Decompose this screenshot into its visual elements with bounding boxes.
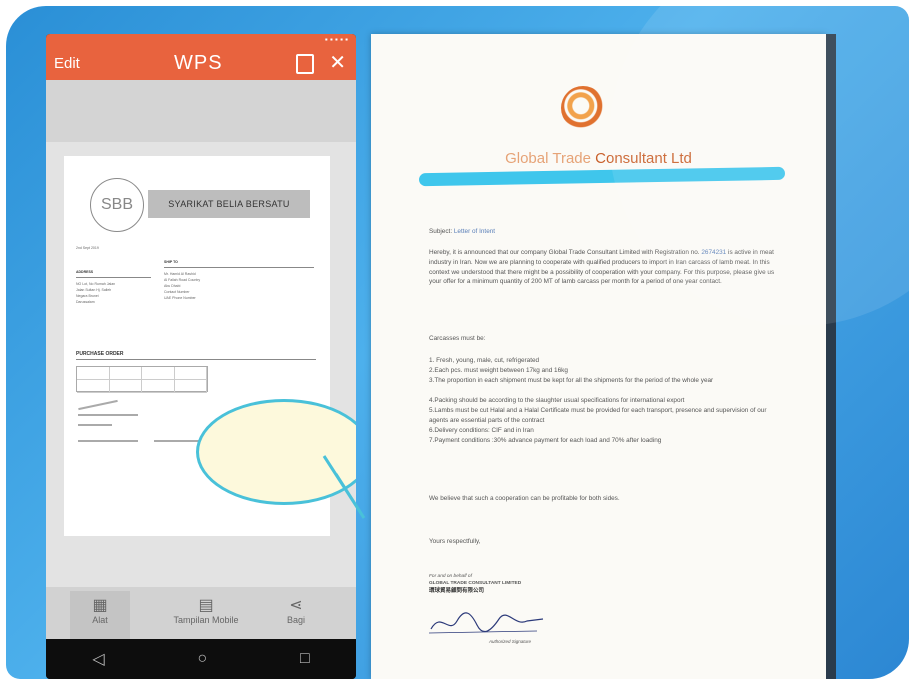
nav-label: Alat xyxy=(92,615,108,625)
ship-to-line: Mr. Hamid Al Rashid xyxy=(164,272,196,276)
ship-to-line: Abu Dhabi xyxy=(164,284,181,288)
bottom-nav: ▦ Alat ▤ Tampilan Mobile ⋖ Bagi xyxy=(46,587,356,639)
requirement-item: 4.Packing should be according to the sla… xyxy=(429,397,685,404)
android-nav-bar: ◁ ○ □ xyxy=(46,639,356,679)
nav-share[interactable]: ⋖ Bagi xyxy=(266,595,326,625)
mobile-view-icon: ▤ xyxy=(198,597,214,614)
address-label: ADDRESS xyxy=(76,270,94,274)
phone-screenshot: ▪ ▪ ▪ ▪ ▪ Edit WPS ✕ SBB SYARIKAT BELIA … xyxy=(46,34,356,679)
back-button[interactable]: ◁ xyxy=(92,649,104,669)
stamp-line: 環球貿易顧問有限公司 xyxy=(429,588,485,594)
subject-line: Subject: Letter of Intent xyxy=(429,228,496,235)
signature-scribble xyxy=(78,399,118,411)
photo-edge xyxy=(826,34,836,679)
nav-label: Tampilan Mobile xyxy=(173,615,239,625)
redaction-mark xyxy=(418,166,786,187)
divider xyxy=(164,267,314,268)
handwritten-signature xyxy=(428,612,544,634)
nav-mobile-view[interactable]: ▤ Tampilan Mobile xyxy=(166,595,246,625)
ship-to-line: Contact Number xyxy=(164,290,190,294)
share-icon: ⋖ xyxy=(289,597,303,614)
address-line: NO Lot, No Rumah Jalan xyxy=(76,282,116,286)
grid-icon: ▦ xyxy=(92,597,108,614)
po-table xyxy=(76,366,208,393)
recents-button[interactable]: □ xyxy=(300,650,310,668)
letter-of-intent: Global Trade Consultant Ltd Subject: Let… xyxy=(371,34,826,679)
signature-line xyxy=(78,440,138,442)
sign-off: Yours respectfully, xyxy=(429,538,481,545)
close-button[interactable]: ✕ xyxy=(329,50,346,75)
nav-tools[interactable]: ▦ Alat xyxy=(70,591,130,639)
requirement-item: 1. Fresh, young, male, cut, refrigerated xyxy=(429,357,540,364)
requirement-item: 7.Payment conditions :30% advance paymen… xyxy=(429,437,662,444)
wps-logo: WPS xyxy=(174,51,223,74)
requirement-item: 5.Lambs must be cut Halal and a Halal Ce… xyxy=(429,407,767,424)
status-bar: ▪ ▪ ▪ ▪ ▪ xyxy=(46,34,356,46)
requirement-item: 2.Each pcs. must weight between 17kg and… xyxy=(429,367,568,374)
document-icon[interactable] xyxy=(296,54,314,74)
slide-frame: ▪ ▪ ▪ ▪ ▪ Edit WPS ✕ SBB SYARIKAT BELIA … xyxy=(6,6,909,679)
divider xyxy=(76,277,151,278)
intro-paragraph: Hereby, it is announced that our company… xyxy=(429,249,775,286)
address-line: Negara Brunei xyxy=(76,294,99,298)
company-name-banner: SYARIKAT BELIA BERSATU xyxy=(148,190,310,218)
ship-to-label: SHIP TO xyxy=(164,260,178,264)
carcasses-heading: Carcasses must be: xyxy=(429,335,486,342)
nav-label: Bagi xyxy=(286,615,305,625)
home-button[interactable]: ○ xyxy=(197,650,207,668)
company-logo-icon xyxy=(561,86,605,130)
requirement-item: 3.The proportion in each shipment must b… xyxy=(429,377,714,384)
sbb-logo: SBB xyxy=(90,178,144,232)
stamp-line: For and on behalf of xyxy=(429,574,472,579)
signature-line xyxy=(78,414,138,416)
signature-line xyxy=(78,424,112,426)
app-bar: Edit WPS ✕ xyxy=(46,46,356,80)
address-line: Jalan Sultan Hj. Salleh xyxy=(76,288,112,292)
po-title: PURCHASE ORDER xyxy=(76,351,124,357)
closing-paragraph: We believe that such a cooperation can b… xyxy=(429,495,620,502)
po-date: 2nd Sept 2019 xyxy=(76,246,99,250)
company-name: Global Trade Consultant Ltd xyxy=(505,150,692,167)
ship-to-line: Al Fallah Road Country xyxy=(164,278,201,282)
requirement-item: 6.Delivery conditions: CIF and in Iran xyxy=(429,427,534,434)
toolbar-area xyxy=(46,80,356,142)
address-line: Darussalam xyxy=(76,300,95,304)
stamp-line: Authorized Signature xyxy=(489,639,532,644)
edit-button[interactable]: Edit xyxy=(54,55,80,72)
divider xyxy=(76,359,316,360)
ship-to-line: UAE Phone Number xyxy=(164,296,196,300)
stamp-line: GLOBAL TRADE CONSULTANT LIMITED xyxy=(429,581,522,586)
